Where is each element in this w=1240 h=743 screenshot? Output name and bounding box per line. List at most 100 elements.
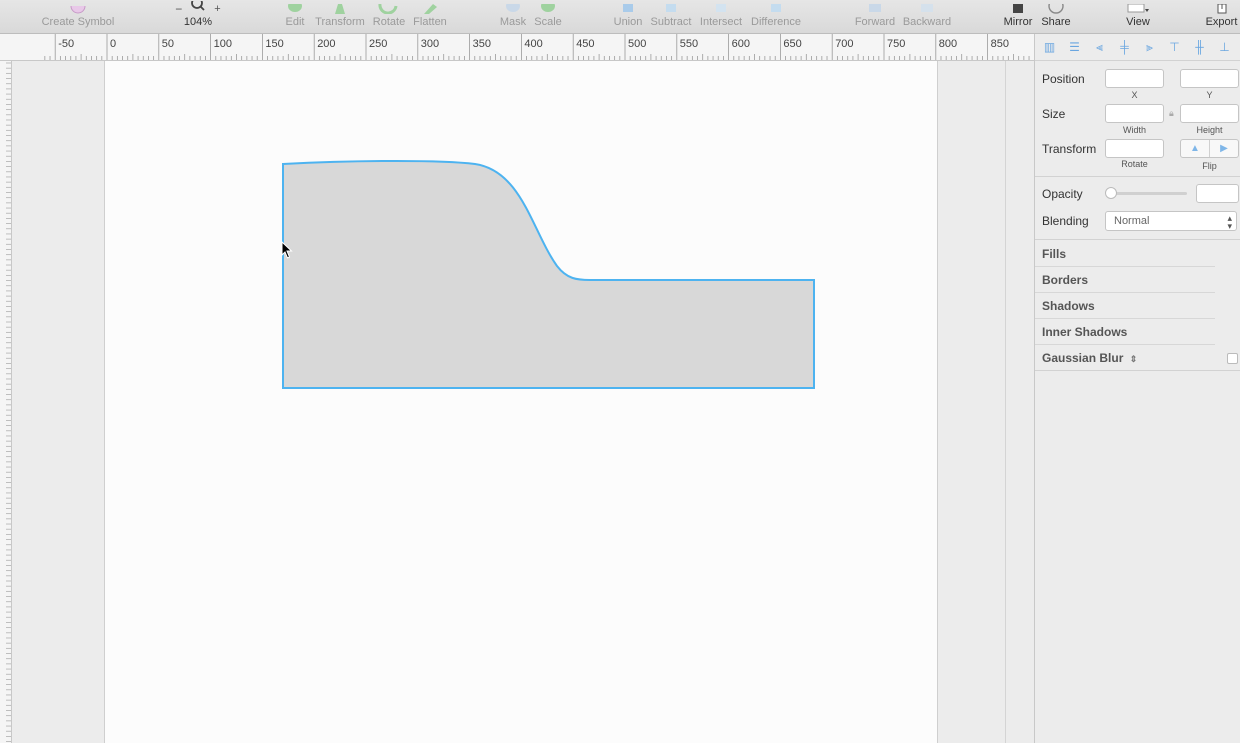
- align-middle-icon[interactable]: ╫: [1191, 40, 1208, 54]
- scale-button[interactable]: Scale: [532, 0, 564, 34]
- x-label: X: [1131, 90, 1138, 100]
- transform-icon: [313, 0, 367, 14]
- flip-vertical-icon[interactable]: ▶: [1210, 140, 1238, 157]
- view-label: View: [1126, 16, 1150, 28]
- intersect-button[interactable]: Intersect: [697, 0, 745, 34]
- align-center-icon[interactable]: ╪: [1116, 40, 1133, 54]
- flip-buttons: ▲ ▶: [1180, 139, 1239, 158]
- align-left-icon[interactable]: ⫷: [1091, 40, 1108, 54]
- zoom-control[interactable]: − + 104%: [168, 0, 228, 34]
- align-right-icon[interactable]: ⫸: [1141, 40, 1158, 54]
- section-divider: [1035, 318, 1215, 319]
- ruler-label: 700: [835, 38, 853, 50]
- rotate-icon: [371, 0, 407, 14]
- ruler-label: 200: [317, 38, 335, 50]
- view-button[interactable]: View: [1118, 0, 1158, 34]
- horizontal-ruler[interactable]: -50 0 50 100 150 200 250 300 350 400 450 500 550 600 6…: [0, 34, 1034, 61]
- rotate-input[interactable]: [1105, 139, 1164, 158]
- vertical-ruler[interactable]: [0, 61, 12, 743]
- ruler-label: 350: [473, 38, 491, 50]
- width-label: Width: [1122, 125, 1146, 135]
- zoom-out-icon[interactable]: −: [175, 3, 182, 14]
- opacity-input[interactable]: [1196, 184, 1239, 203]
- opacity-slider-track[interactable]: [1107, 192, 1187, 195]
- subtract-icon: [648, 0, 694, 14]
- intersect-label: Intersect: [699, 16, 743, 28]
- forward-button[interactable]: Forward: [852, 0, 898, 34]
- distribute-horizontal-icon[interactable]: ▥: [1041, 40, 1058, 54]
- ruler-label: 150: [265, 38, 283, 50]
- flatten-button[interactable]: Flatten: [411, 0, 449, 34]
- ruler-label: 0: [110, 38, 116, 50]
- opacity-slider-knob[interactable]: [1105, 187, 1117, 199]
- difference-button[interactable]: Difference: [748, 0, 804, 34]
- align-top-icon[interactable]: ⊤: [1166, 40, 1183, 54]
- borders-section[interactable]: Borders: [1042, 273, 1088, 287]
- selected-shape[interactable]: [282, 160, 815, 389]
- inspector-divider: [1035, 239, 1240, 240]
- blending-label: Blending: [1042, 214, 1089, 228]
- flip-horizontal-icon[interactable]: ▲: [1181, 140, 1210, 157]
- align-bottom-icon[interactable]: ⊥: [1216, 40, 1233, 54]
- ruler-label: 300: [421, 38, 439, 50]
- alignment-toolbar: ▥ ☰ ⫷ ╪ ⫸ ⊤ ╫ ⊥: [1035, 34, 1240, 61]
- inner-shadows-section[interactable]: Inner Shadows: [1042, 325, 1127, 339]
- position-x-input[interactable]: [1105, 69, 1164, 88]
- mirror-icon: [1001, 0, 1035, 14]
- transform-button[interactable]: Transform: [313, 0, 367, 34]
- rotate-label: Rotate: [372, 16, 406, 28]
- ruler-label: 550: [680, 38, 698, 50]
- create-symbol-button[interactable]: Create Symbol: [40, 0, 116, 34]
- ruler-label: 650: [783, 38, 801, 50]
- blur-type-chevron-icon[interactable]: ⇕: [1130, 354, 1138, 364]
- create-symbol-label: Create Symbol: [41, 16, 115, 28]
- size-label: Size: [1042, 107, 1066, 121]
- canvas[interactable]: [12, 61, 1034, 743]
- distribute-vertical-icon[interactable]: ☰: [1066, 40, 1083, 54]
- ruler-label: 800: [939, 38, 957, 50]
- subtract-button[interactable]: Subtract: [648, 0, 694, 34]
- mirror-label: Mirror: [1003, 16, 1033, 28]
- height-input[interactable]: [1180, 104, 1239, 123]
- rotate-button[interactable]: Rotate: [371, 0, 407, 34]
- opacity-label: Opacity: [1042, 187, 1083, 201]
- gaussian-blur-section[interactable]: Gaussian Blur ⇕: [1042, 351, 1137, 365]
- fills-section[interactable]: Fills: [1042, 247, 1066, 261]
- width-input[interactable]: [1105, 104, 1164, 123]
- mirror-button[interactable]: Mirror: [1001, 0, 1035, 34]
- gaussian-blur-label: Gaussian Blur: [1042, 351, 1124, 365]
- union-button[interactable]: Union: [611, 0, 645, 34]
- shadows-section[interactable]: Shadows: [1042, 299, 1095, 313]
- send-backward-icon: [901, 0, 953, 14]
- ruler-label: -50: [58, 38, 74, 50]
- ruler-label: 400: [524, 38, 542, 50]
- inspector-divider: [1035, 370, 1240, 371]
- export-icon: [1203, 0, 1240, 14]
- position-label: Position: [1042, 72, 1085, 86]
- toolbar: Create Symbol − + 104% Edit Transform Ro…: [0, 0, 1240, 34]
- gaussian-blur-checkbox[interactable]: [1227, 353, 1238, 364]
- lock-icon[interactable]: 🔒︎: [1169, 108, 1174, 119]
- ruler-ticks: -50 0 50 100 150 200 250 300 350 400 450 500 550 600 6…: [44, 34, 1030, 60]
- blending-select[interactable]: Normal ▴ ▾: [1105, 211, 1237, 231]
- ruler-label: 750: [887, 38, 905, 50]
- position-y-input[interactable]: [1180, 69, 1239, 88]
- section-divider: [1035, 344, 1215, 345]
- mouse-cursor-icon: [281, 241, 293, 259]
- flip-label: Flip: [1202, 161, 1217, 171]
- export-button[interactable]: Export: [1203, 0, 1240, 34]
- flatten-label: Flatten: [413, 16, 447, 28]
- zoom-in-icon[interactable]: +: [214, 4, 220, 15]
- share-button[interactable]: Share: [1039, 0, 1073, 34]
- backward-button[interactable]: Backward: [901, 0, 953, 34]
- zoom-magnifier-icon: [190, 0, 206, 14]
- bring-forward-icon: [852, 0, 898, 14]
- export-label: Export: [1205, 16, 1238, 28]
- difference-icon: [748, 0, 804, 14]
- inspector-panel: ▥ ☰ ⫷ ╪ ⫸ ⊤ ╫ ⊥ Position X Y Size 🔒︎ Wid…: [1034, 34, 1240, 743]
- edit-icon: [281, 0, 309, 14]
- edit-button[interactable]: Edit: [281, 0, 309, 34]
- scale-label: Scale: [534, 16, 562, 28]
- height-label: Height: [1196, 125, 1223, 135]
- mask-button[interactable]: Mask: [497, 0, 529, 34]
